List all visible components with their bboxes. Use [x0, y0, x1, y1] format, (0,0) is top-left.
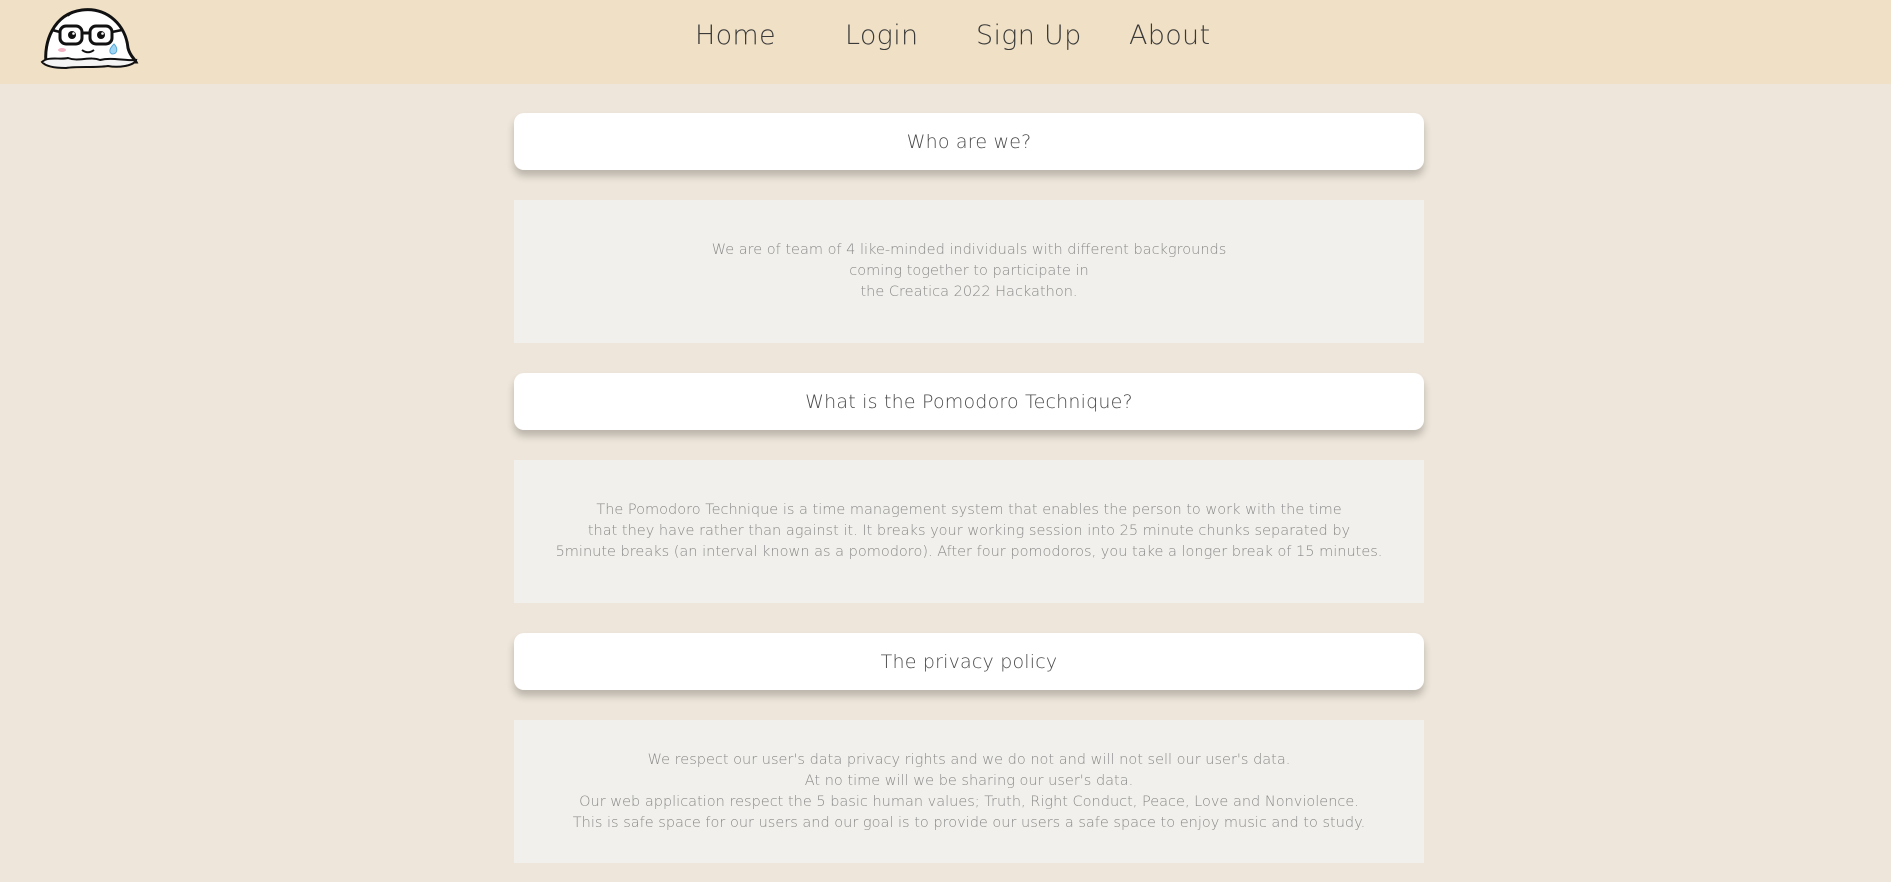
- nav-link-about[interactable]: About: [1129, 20, 1210, 51]
- text-line: This is safe space for our users and our…: [572, 814, 1366, 831]
- section-body-privacy-policy: We respect our user's data privacy right…: [514, 720, 1424, 863]
- section-body-who-are-we: We are of team of 4 like-minded individu…: [514, 200, 1424, 343]
- text-line: the Creatica 2022 Hackathon.: [860, 284, 1078, 300]
- text-line: We are of team of 4 like-minded individu…: [711, 242, 1227, 258]
- section-header-privacy-policy[interactable]: The privacy policy: [514, 633, 1424, 690]
- text-line: that they have rather than against it. I…: [587, 523, 1351, 539]
- text-line: 5minute breaks (an interval known as a p…: [555, 544, 1383, 560]
- section-header-pomodoro-technique[interactable]: What is the Pomodoro Technique?: [514, 373, 1424, 430]
- text-line: The Pomodoro Technique is a time managem…: [596, 502, 1342, 518]
- nav-link-login[interactable]: Login: [845, 20, 918, 51]
- text-line: At no time will we be sharing our user's…: [804, 772, 1134, 789]
- text-line: Our web application respect the 5 basic …: [579, 793, 1359, 810]
- section-text: We are of team of 4 like-minded individu…: [712, 240, 1227, 303]
- section-body-pomodoro-technique: The Pomodoro Technique is a time managem…: [514, 460, 1424, 603]
- nav-link-sign-up[interactable]: Sign Up: [976, 20, 1082, 51]
- section-text: We respect our user's data privacy right…: [573, 750, 1365, 834]
- text-line: We respect our user's data privacy right…: [647, 751, 1291, 768]
- text-line: coming together to participate in: [849, 263, 1089, 279]
- section-header-who-are-we[interactable]: Who are we?: [514, 113, 1424, 170]
- main-content: Who are we? We are of team of 4 like-min…: [514, 113, 1424, 863]
- nav-link-home[interactable]: Home: [695, 20, 776, 51]
- logo-nerd-face-icon[interactable]: [38, 4, 140, 70]
- top-navbar: Home Login Sign Up About: [0, 0, 1891, 84]
- section-text: The Pomodoro Technique is a time managem…: [556, 500, 1383, 563]
